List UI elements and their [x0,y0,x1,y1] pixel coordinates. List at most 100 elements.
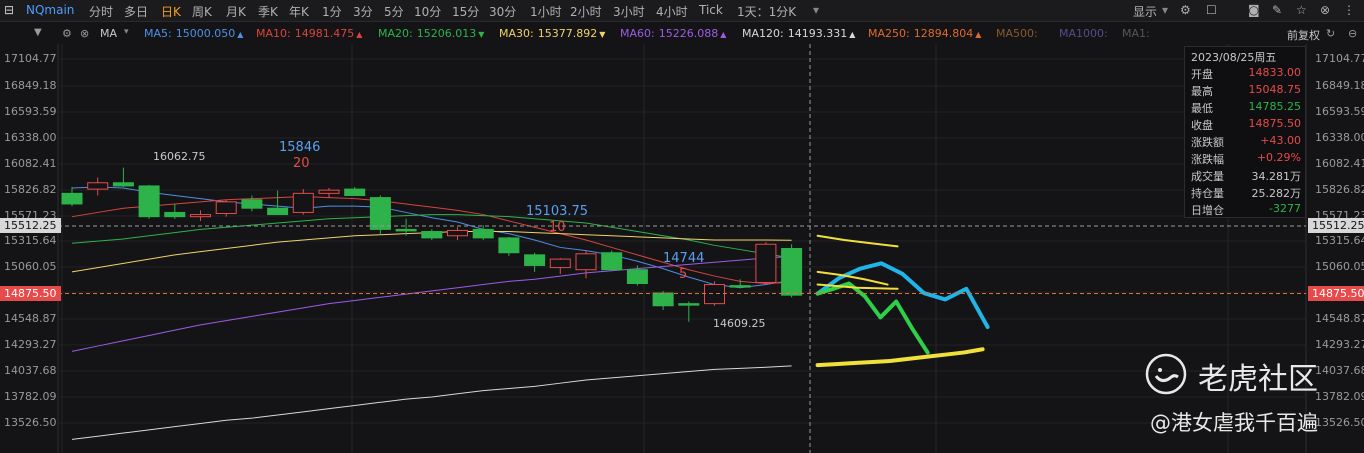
period-tab-8[interactable]: 3分 [353,3,373,20]
tiger-logo-icon [1145,353,1187,395]
price-tag-right: 15512.25 [1308,217,1364,233]
info-key: 开盘 [1191,68,1213,81]
ma-item-0: MA5: 15000.050 ▲ [144,27,243,40]
ma-item-label: MA120: [742,27,784,40]
info-key: 成交量 [1191,170,1224,183]
period-tab-13[interactable]: 1小时 [530,3,562,20]
candle-body [498,237,520,254]
camera-icon[interactable]: ◙ [1248,3,1260,17]
axis-tick-right: 16082.41 [1315,157,1364,170]
gear-icon[interactable]: ⚙ [1180,3,1191,17]
info-row: 日增仓 -3277 [1191,202,1303,219]
symbol-menu-icon[interactable]: ⊟ [4,3,14,17]
ma-item-label: MA5: [144,27,172,40]
close-indicator-icon[interactable]: ⊗ [80,27,89,40]
price-tag-left: 15512.25 [0,217,61,233]
brand-watermark: 老虎社区 [1198,362,1318,397]
zoom-out-icon[interactable]: ⊖ [1348,27,1357,40]
period-tab-0[interactable]: 分时 [89,3,113,20]
axis-tick-right: 13782.09 [1315,390,1364,403]
period-tab-3[interactable]: 周K [192,3,212,20]
period-tab-16[interactable]: 4小时 [656,3,688,20]
candle-body [87,182,109,190]
settings-icon[interactable]: ⚙ [62,27,72,40]
symbol-name[interactable]: NQmain [26,3,74,17]
square-icon[interactable]: ☐ [1206,3,1217,17]
candle-body [61,192,83,205]
annotation-20: 20 [293,156,310,171]
period-tab-1[interactable]: 多日 [124,3,148,20]
ma-item-label: MA1000: [1059,27,1108,40]
candle-body [626,269,648,284]
refresh-icon[interactable]: ↻ [1326,27,1335,40]
candle-body [395,228,417,232]
period-tab-12[interactable]: 30分 [489,3,516,20]
ma-item-value: 14981.475 [294,27,355,40]
candle-body [447,229,468,237]
axis-tick-right: 16593.59 [1315,105,1364,118]
ma-item-arrow: ▲ [237,30,244,39]
axis-tick-left: 14037.68 [4,364,57,377]
axis-tick-left: 16082.41 [4,157,57,170]
ma-item-arrow: ▲ [720,30,727,39]
info-row: 涨跌额 +43.00 [1191,134,1303,151]
axis-tick-right: 15060.05 [1315,260,1364,273]
indicator-chevron-icon[interactable]: ▾ [124,27,129,37]
period-tab-17[interactable]: Tick [699,3,723,17]
ma-item-9: MA1: [1122,27,1156,40]
range-selector[interactable]: 1天：1分K [737,3,796,20]
period-tab-10[interactable]: 10分 [414,3,441,20]
ma-item-arrow: ▲ [849,30,856,39]
ma-item-label: MA500: [996,27,1038,40]
ma-item-label: MA30: [499,27,534,40]
info-key: 涨跌额 [1191,136,1224,149]
candle-body [241,199,263,209]
info-key: 涨跌幅 [1191,153,1224,166]
display-chevron-icon[interactable]: ▾ [1162,3,1168,17]
period-tab-15[interactable]: 3小时 [613,3,645,20]
candle-body [729,285,751,288]
ma-item-label: MA20: [378,27,413,40]
period-tab-7[interactable]: 1分 [322,3,342,20]
ma-item-arrow: ▼ [599,30,606,39]
adjust-mode[interactable]: 前复权 [1287,27,1320,43]
star-icon[interactable]: ☆ [1296,3,1307,17]
edit-icon[interactable]: ✎ [1272,3,1282,17]
candle-body [344,188,366,196]
period-tab-6[interactable]: 年K [289,3,309,20]
period-toolbar: ⊟ NQmain 显示 ▾ ⚙ ☐ ◙ ✎ ☆ ⊗ ⋮ 分时 多日 日K 周K 月K 季K… [0,0,1364,22]
axis-tick-left: 16593.59 [4,105,57,118]
period-tab-2[interactable]: 日K [161,3,181,20]
axis-tick-right: 17104.77 [1315,52,1364,65]
period-tab-11[interactable]: 15分 [452,3,479,20]
info-value: +0.29% [1256,151,1301,164]
period-tab-14[interactable]: 2小时 [570,3,602,20]
period-tab-4[interactable]: 月K [226,3,246,20]
candle-body [678,303,700,306]
ma-item-4: MA60: 15226.088 ▲ [620,27,726,40]
high-price-label: 16062.75 [153,150,206,163]
collapse-icon[interactable]: ▼ [34,27,42,38]
candle-body [781,248,803,296]
axis-tick-right: 16338.00 [1315,131,1364,144]
axis-tick-right: 14293.27 [1315,338,1364,351]
range-chevron-icon[interactable]: ▾ [813,3,819,17]
user-watermark: @港女虐我千百遍 [1150,411,1318,435]
ma-item-value: 15000.050 [175,27,236,40]
ohlc-info-panel: 2023/08/25周五 开盘 14833.00 最高 15048.75 最低 14785… [1184,46,1306,218]
annotation-14744: 14744 [663,251,705,266]
annotation-5: 5 [679,267,688,282]
axis-tick-right: 14548.87 [1315,312,1364,325]
display-button[interactable]: 显示 [1133,3,1157,20]
period-tab-5[interactable]: 季K [258,3,278,20]
info-key: 收盘 [1191,119,1213,132]
more-icon[interactable]: ⋮ [1343,3,1355,17]
candle-body [215,201,237,215]
close-icon[interactable]: ⊗ [1320,3,1330,17]
period-tab-9[interactable]: 5分 [384,3,404,20]
candle-body [421,231,443,239]
info-key: 日增仓 [1191,204,1224,217]
info-value: -3277 [1269,202,1301,215]
candle-body [164,211,186,218]
indicator-name[interactable]: MA [100,27,117,40]
